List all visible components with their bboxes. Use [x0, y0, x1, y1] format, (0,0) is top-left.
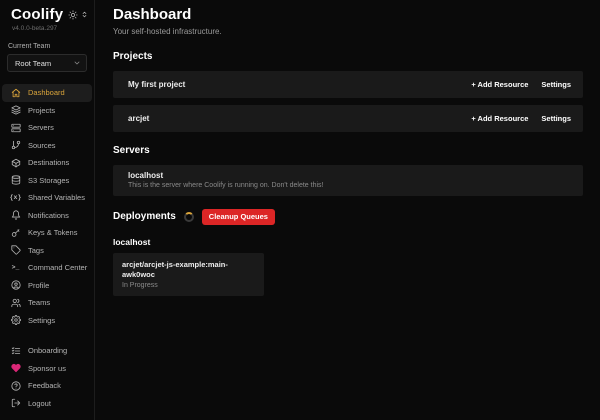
terminal-icon: >_ [10, 264, 21, 271]
sidebar-item-sponsor-us[interactable]: Sponsor us [2, 360, 92, 378]
sidebar-footer-nav: Onboarding Sponsor us Feedback Logout [0, 342, 94, 412]
team-select[interactable]: Root Team [7, 54, 87, 72]
users-icon [10, 298, 21, 308]
main-content: Dashboard Your self-hosted infrastructur… [95, 0, 600, 420]
page-title: Dashboard [113, 6, 583, 24]
sidebar-item-shared-variables[interactable]: {x} Shared Variables [2, 189, 92, 207]
settings-link[interactable]: Settings [541, 114, 571, 123]
project-row[interactable]: arcjet + Add Resource Settings [113, 105, 583, 132]
key-icon [10, 228, 21, 238]
sidebar-item-logout[interactable]: Logout [2, 395, 92, 413]
sidebar: Coolify v4.0.0-beta.297 Current Team Roo… [0, 0, 95, 420]
chevron-up-down-icon[interactable] [81, 10, 88, 19]
deployment-status: In Progress [122, 282, 255, 289]
list-checks-icon [10, 346, 21, 356]
team-select-value: Root Team [15, 59, 51, 68]
sidebar-item-label: Keys & Tokens [28, 228, 77, 237]
server-description: This is the server where Coolify is runn… [128, 182, 323, 189]
logo-row: Coolify [0, 6, 94, 23]
sidebar-item-command-center[interactable]: >_ Command Center [2, 259, 92, 277]
bell-icon [10, 210, 21, 220]
server-name: localhost [128, 171, 163, 180]
app-version: v4.0.0-beta.297 [0, 25, 94, 32]
sidebar-item-label: Projects [28, 106, 55, 115]
deployment-card[interactable]: arcjet/arcjet-js-example:main-awk0woc In… [113, 253, 264, 297]
projects-heading: Projects [113, 51, 583, 63]
sidebar-item-label: Shared Variables [28, 193, 85, 202]
settings-link[interactable]: Settings [541, 80, 571, 89]
theme-toggle-sun-icon[interactable] [68, 10, 78, 20]
sidebar-item-dashboard[interactable]: Dashboard [2, 84, 92, 102]
heart-icon [10, 363, 21, 373]
sidebar-item-s3-storages[interactable]: S3 Storages [2, 172, 92, 190]
home-icon [10, 88, 21, 98]
logout-icon [10, 398, 21, 408]
sidebar-item-feedback[interactable]: Feedback [2, 377, 92, 395]
sidebar-item-settings[interactable]: Settings [2, 312, 92, 330]
sidebar-item-label: Destinations [28, 158, 69, 167]
sidebar-item-servers[interactable]: Servers [2, 119, 92, 137]
sidebar-item-sources[interactable]: Sources [2, 137, 92, 155]
sidebar-nav: Dashboard Projects Servers Sources Desti… [0, 84, 94, 329]
sidebar-item-destinations[interactable]: Destinations [2, 154, 92, 172]
coolify-app: Coolify v4.0.0-beta.297 Current Team Roo… [0, 0, 600, 420]
sidebar-item-label: Command Center [28, 263, 87, 272]
app-logo: Coolify [11, 6, 63, 23]
box-icon [10, 158, 21, 168]
current-team-label: Current Team [0, 43, 94, 50]
sidebar-item-profile[interactable]: Profile [2, 277, 92, 295]
project-row-links: + Add Resource Settings [471, 114, 571, 123]
database-icon [10, 175, 21, 185]
sidebar-item-label: Feedback [28, 381, 61, 390]
sidebar-item-teams[interactable]: Teams [2, 294, 92, 312]
sidebar-item-keys-tokens[interactable]: Keys & Tokens [2, 224, 92, 242]
sidebar-item-label: Dashboard [28, 88, 65, 97]
server-row[interactable]: localhost This is the server where Cooli… [113, 165, 583, 196]
tag-icon [10, 245, 21, 255]
sidebar-item-label: Settings [28, 316, 55, 325]
sidebar-item-label: Sponsor us [28, 364, 66, 373]
sidebar-item-label: Sources [28, 141, 56, 150]
sidebar-item-label: Servers [28, 123, 54, 132]
deployment-name: arcjet/arcjet-js-example:main-awk0woc [122, 260, 255, 282]
variable-icon: {x} [10, 194, 21, 201]
project-row[interactable]: My first project + Add Resource Settings [113, 71, 583, 98]
servers-heading: Servers [113, 145, 583, 157]
git-branch-icon [10, 140, 21, 150]
sidebar-item-notifications[interactable]: Notifications [2, 207, 92, 225]
cleanup-queues-button[interactable]: Cleanup Queues [202, 209, 275, 225]
deployments-header: Deployments Cleanup Queues [113, 209, 583, 225]
sidebar-item-label: Profile [28, 281, 49, 290]
add-resource-link[interactable]: + Add Resource [471, 80, 528, 89]
deployment-server-heading: localhost [113, 237, 583, 247]
gear-icon [10, 315, 21, 325]
sidebar-item-label: Tags [28, 246, 44, 255]
sidebar-item-label: Teams [28, 298, 50, 307]
project-name: My first project [128, 80, 185, 89]
sidebar-item-label: Logout [28, 399, 51, 408]
sidebar-item-label: S3 Storages [28, 176, 69, 185]
deployments-heading: Deployments [113, 211, 176, 223]
sidebar-item-tags[interactable]: Tags [2, 242, 92, 260]
loading-spinner-icon [184, 212, 194, 222]
sidebar-item-label: Notifications [28, 211, 69, 220]
layers-icon [10, 105, 21, 115]
add-resource-link[interactable]: + Add Resource [471, 114, 528, 123]
page-subtitle: Your self-hosted infrastructure. [113, 27, 583, 37]
user-circle-icon [10, 280, 21, 290]
logo-icons [68, 10, 88, 20]
help-circle-icon [10, 381, 21, 391]
project-name: arcjet [128, 114, 149, 123]
sidebar-item-onboarding[interactable]: Onboarding [2, 342, 92, 360]
chevron-down-icon [73, 54, 81, 72]
project-row-links: + Add Resource Settings [471, 80, 571, 89]
sidebar-item-projects[interactable]: Projects [2, 102, 92, 120]
sidebar-item-label: Onboarding [28, 346, 67, 355]
server-icon [10, 123, 21, 133]
